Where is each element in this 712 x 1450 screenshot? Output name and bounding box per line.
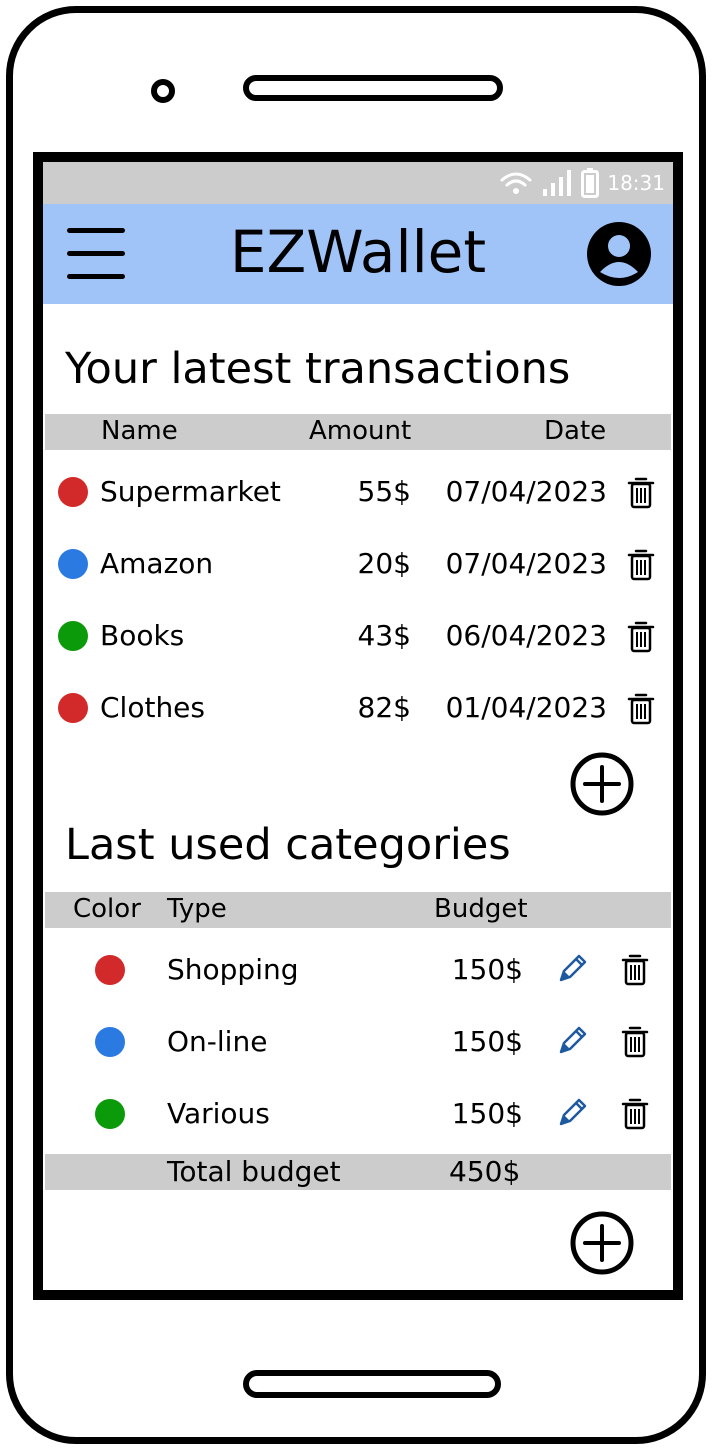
trash-icon[interactable] xyxy=(625,692,657,726)
header-date: Date xyxy=(544,416,607,446)
battery-icon xyxy=(581,168,600,198)
trash-icon[interactable] xyxy=(619,1025,651,1059)
transaction-name: Supermarket xyxy=(100,475,281,508)
transaction-amount: 55$ xyxy=(357,475,411,508)
phone-screen: 18:31 EZWallet Your latest transactions … xyxy=(33,152,683,1300)
app-bar: EZWallet xyxy=(43,204,673,304)
transaction-name: Clothes xyxy=(100,691,205,724)
transactions-title: Your latest transactions xyxy=(65,344,571,394)
header-amount: Amount xyxy=(309,416,412,446)
header-budget: Budget xyxy=(434,894,528,924)
app-title: EZWallet xyxy=(229,218,487,286)
total-budget-value: 450$ xyxy=(449,1155,521,1188)
trash-icon[interactable] xyxy=(625,620,657,654)
pencil-edit-icon[interactable] xyxy=(555,1096,589,1130)
trash-icon[interactable] xyxy=(625,476,657,510)
transaction-row[interactable]: Amazon 20$ 07/04/2023 xyxy=(45,538,671,590)
pencil-edit-icon[interactable] xyxy=(555,952,589,986)
category-color-dot xyxy=(58,549,88,579)
category-budget: 150$ xyxy=(451,953,523,986)
transaction-row[interactable]: Clothes 82$ 01/04/2023 xyxy=(45,682,671,734)
transaction-name: Amazon xyxy=(100,547,214,580)
category-color-dot xyxy=(58,693,88,723)
transaction-amount: 43$ xyxy=(357,619,411,652)
signal-icon xyxy=(543,170,572,196)
trash-icon[interactable] xyxy=(619,953,651,987)
transaction-date: 07/04/2023 xyxy=(445,547,607,580)
transaction-amount: 82$ xyxy=(357,691,411,724)
pencil-edit-icon[interactable] xyxy=(555,1024,589,1058)
category-row[interactable]: Various 150$ xyxy=(45,1088,671,1140)
category-type: Shopping xyxy=(167,953,299,986)
header-color: Color xyxy=(73,894,141,924)
category-color-dot xyxy=(95,1027,125,1057)
category-row[interactable]: On-line 150$ xyxy=(45,1016,671,1068)
total-budget-label: Total budget xyxy=(167,1155,341,1188)
status-bar: 18:31 xyxy=(43,162,673,204)
category-type: Various xyxy=(167,1097,270,1130)
account-circle-icon[interactable] xyxy=(587,222,651,286)
transaction-date: 06/04/2023 xyxy=(445,619,607,652)
category-color-dot xyxy=(95,1099,125,1129)
trash-icon[interactable] xyxy=(625,548,657,582)
trash-icon[interactable] xyxy=(619,1097,651,1131)
category-budget: 150$ xyxy=(451,1097,523,1130)
transaction-row[interactable]: Books 43$ 06/04/2023 xyxy=(45,610,671,662)
home-button[interactable] xyxy=(243,1370,501,1398)
add-category-button[interactable] xyxy=(570,1211,634,1275)
transaction-name: Books xyxy=(100,619,185,652)
categories-title: Last used categories xyxy=(65,820,511,870)
transactions-table-header: Name Amount Date xyxy=(45,414,671,450)
header-type: Type xyxy=(167,894,227,924)
add-transaction-button[interactable] xyxy=(570,752,634,816)
camera-icon xyxy=(151,79,175,103)
transaction-date: 01/04/2023 xyxy=(445,691,607,724)
category-row[interactable]: Shopping 150$ xyxy=(45,944,671,996)
total-budget-row: Total budget 450$ xyxy=(45,1154,671,1190)
transaction-row[interactable]: Supermarket 55$ 07/04/2023 xyxy=(45,466,671,518)
category-color-dot xyxy=(58,621,88,651)
category-type: On-line xyxy=(167,1025,268,1058)
wifi-icon xyxy=(500,172,532,194)
category-budget: 150$ xyxy=(451,1025,523,1058)
transaction-amount: 20$ xyxy=(357,547,411,580)
speaker-grille xyxy=(243,75,503,101)
category-color-dot xyxy=(58,477,88,507)
status-time: 18:31 xyxy=(607,171,665,195)
header-name: Name xyxy=(101,416,178,446)
transaction-date: 07/04/2023 xyxy=(445,475,607,508)
category-color-dot xyxy=(95,955,125,985)
categories-table-header: Color Type Budget xyxy=(45,892,671,928)
